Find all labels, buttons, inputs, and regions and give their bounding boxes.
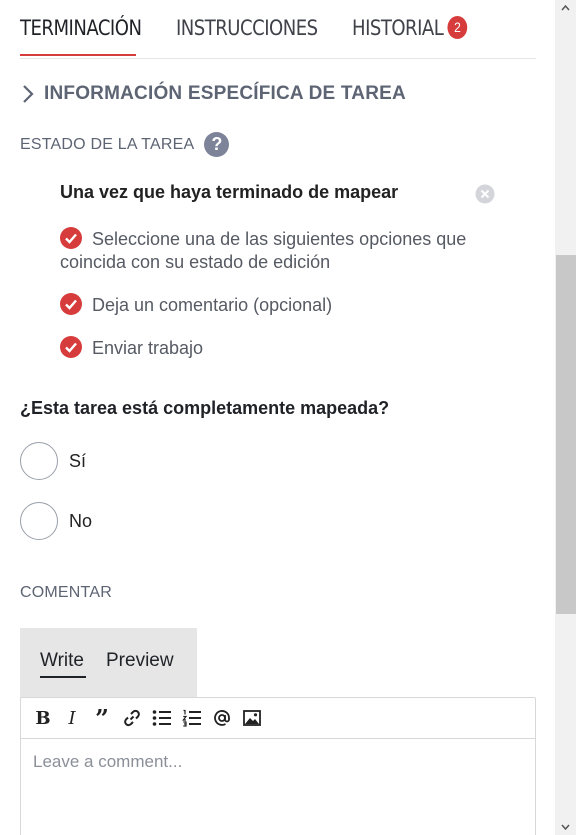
checklist-item: Enviar trabajo — [60, 336, 490, 360]
active-editor-tab-indicator — [40, 676, 86, 678]
scroll-down-arrow-icon[interactable] — [555, 819, 576, 835]
italic-icon[interactable]: I — [61, 707, 83, 729]
option-no[interactable]: No — [20, 502, 92, 540]
bullet-list-icon[interactable] — [151, 707, 173, 729]
editor-toolbar: B I ” — [21, 698, 535, 739]
comment-label: COMENTAR — [20, 584, 112, 601]
checklist-item-text: Deja un comentario (opcional) — [92, 295, 333, 315]
link-icon[interactable] — [121, 707, 143, 729]
mention-icon[interactable] — [211, 707, 233, 729]
tab-terminacion[interactable]: TERMINACIÓN — [20, 16, 142, 40]
option-label: No — [69, 510, 93, 531]
checklist-item-text: Enviar trabajo — [92, 338, 204, 358]
task-info-toggle[interactable]: INFORMACIÓN ESPECÍFICA DE TAREA — [20, 82, 406, 106]
task-status-header: ESTADO DE LA TAREA ? — [20, 132, 230, 157]
help-icon[interactable]: ? — [204, 132, 230, 157]
tab-historial-label: HISTORIAL — [352, 16, 444, 40]
checklist-item-text: Seleccione una de las siguientes opcione… — [60, 229, 467, 272]
option-si[interactable]: Sí — [20, 442, 86, 480]
historial-count-badge: 2 — [447, 16, 468, 39]
image-icon[interactable] — [241, 707, 263, 729]
task-info-label: INFORMACIÓN ESPECÍFICA DE TAREA — [44, 83, 406, 104]
numbered-list-icon[interactable] — [181, 707, 203, 729]
vertical-scrollbar[interactable] — [555, 0, 576, 835]
close-icon[interactable] — [475, 184, 495, 204]
tab-instrucciones[interactable]: INSTRUCCIONES — [176, 16, 318, 40]
quote-icon[interactable]: ” — [91, 704, 113, 733]
chevron-right-icon — [23, 85, 34, 103]
checklist-title: Una vez que haya terminado de mapear — [60, 182, 496, 203]
radio-button[interactable] — [20, 442, 58, 480]
comment-editor: B I ” — [20, 697, 536, 835]
checklist-item: Deja un comentario (opcional) — [60, 293, 490, 317]
comment-input[interactable] — [21, 739, 533, 835]
scroll-up-arrow-icon[interactable] — [555, 0, 576, 16]
mapped-question: ¿Esta tarea está completamente mapeada? — [20, 398, 390, 418]
bold-icon[interactable]: B — [32, 707, 54, 729]
tab-write[interactable]: Write — [40, 650, 84, 672]
checklist-title-text: Una vez que haya terminado de mapear — [60, 182, 399, 202]
tab-historial[interactable]: HISTORIAL 2 — [352, 16, 468, 40]
checklist-item: Seleccione una de las siguientes opcione… — [60, 227, 490, 274]
panel-content: TERMINACIÓN INSTRUCCIONES HISTORIAL 2 INF… — [20, 0, 536, 835]
check-circle-icon — [60, 227, 82, 249]
radio-button[interactable] — [20, 502, 58, 540]
option-label: Sí — [69, 450, 87, 471]
check-circle-icon — [60, 336, 82, 358]
editor-tabs: Write Preview — [20, 628, 197, 698]
tab-preview[interactable]: Preview — [106, 650, 174, 672]
active-tab-indicator — [20, 54, 136, 56]
task-status-label: ESTADO DE LA TAREA — [20, 135, 195, 153]
task-panel: TERMINACIÓN INSTRUCCIONES HISTORIAL 2 INF… — [0, 0, 576, 835]
tab-bar: TERMINACIÓN INSTRUCCIONES HISTORIAL 2 — [20, 0, 536, 59]
scrollbar-thumb[interactable] — [556, 255, 576, 614]
check-circle-icon — [60, 293, 82, 315]
